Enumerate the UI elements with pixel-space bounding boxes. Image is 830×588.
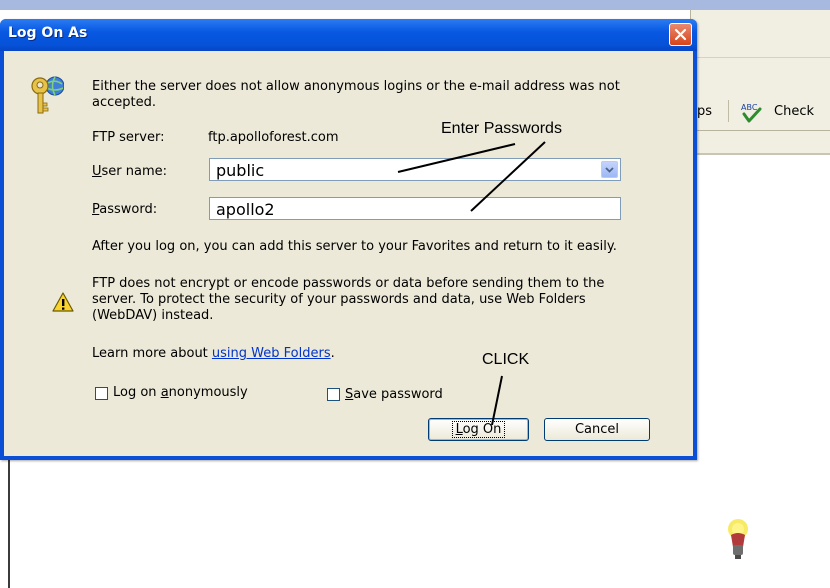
password-label: Password: [92, 202, 158, 217]
dialog-titlebar[interactable]: Log On As [0, 19, 697, 51]
log-on-as-dialog: Log On As Either the server does not all… [0, 19, 697, 460]
cancel-button[interactable]: Cancel [544, 418, 650, 441]
background-toolbar [690, 10, 830, 155]
message-line-2: accepted. [92, 95, 156, 110]
web-folders-link[interactable]: using Web Folders [212, 346, 331, 361]
background-window-titlebar [0, 0, 830, 10]
ftp-server-label: FTP server: [92, 130, 165, 145]
spell-check-icon[interactable]: ABC [738, 100, 766, 124]
log-on-button[interactable]: Log On [428, 418, 529, 441]
save-password-label[interactable]: Save password [345, 387, 443, 402]
lamp-icon [728, 519, 748, 559]
spell-icon-text: ABC [741, 103, 758, 112]
click-annotation: CLICK [482, 351, 530, 368]
learn-more-text: Learn more about using Web Folders. [92, 346, 335, 361]
user-name-dropdown-button[interactable] [601, 161, 618, 178]
content-frame-edge [8, 460, 10, 588]
chevron-down-icon [605, 167, 614, 173]
toolbar-separator [728, 100, 729, 122]
save-password-checkbox[interactable] [327, 388, 340, 401]
warning-icon [52, 292, 74, 312]
warning-line-3: (WebDAV) instead. [92, 308, 214, 323]
ftp-server-value: ftp.apolloforest.com [208, 130, 339, 145]
check-button[interactable]: Check [774, 104, 814, 119]
anonymous-checkbox-label[interactable]: Log on anonymously [113, 385, 248, 400]
key-globe-icon [31, 76, 64, 114]
address-bar-edge [690, 153, 830, 155]
dialog-title: Log On As [8, 25, 88, 41]
warning-line-2: server. To protect the security of your … [92, 292, 586, 307]
favorites-note: After you log on, you can add this serve… [92, 239, 617, 254]
toolbar-divider [690, 57, 830, 58]
log-on-button-label: Log On [451, 421, 506, 438]
close-icon [674, 28, 687, 41]
message-line-1: Either the server does not allow anonymo… [92, 79, 620, 94]
close-button[interactable] [669, 23, 692, 46]
anonymous-checkbox[interactable] [95, 387, 108, 400]
user-name-value: public [216, 161, 265, 180]
toolbar-partial-label[interactable]: ps [697, 104, 712, 119]
user-name-combobox[interactable]: public [209, 158, 621, 181]
warning-line-1: FTP does not encrypt or encode passwords… [92, 276, 605, 291]
enter-passwords-annotation: Enter Passwords [441, 120, 562, 137]
password-value: apollo2 [216, 200, 275, 219]
password-field[interactable]: apollo2 [209, 197, 621, 220]
toolbar-divider [690, 130, 830, 131]
user-name-label: User name: [92, 164, 168, 179]
dialog-body: Either the server does not allow anonymo… [4, 51, 693, 456]
